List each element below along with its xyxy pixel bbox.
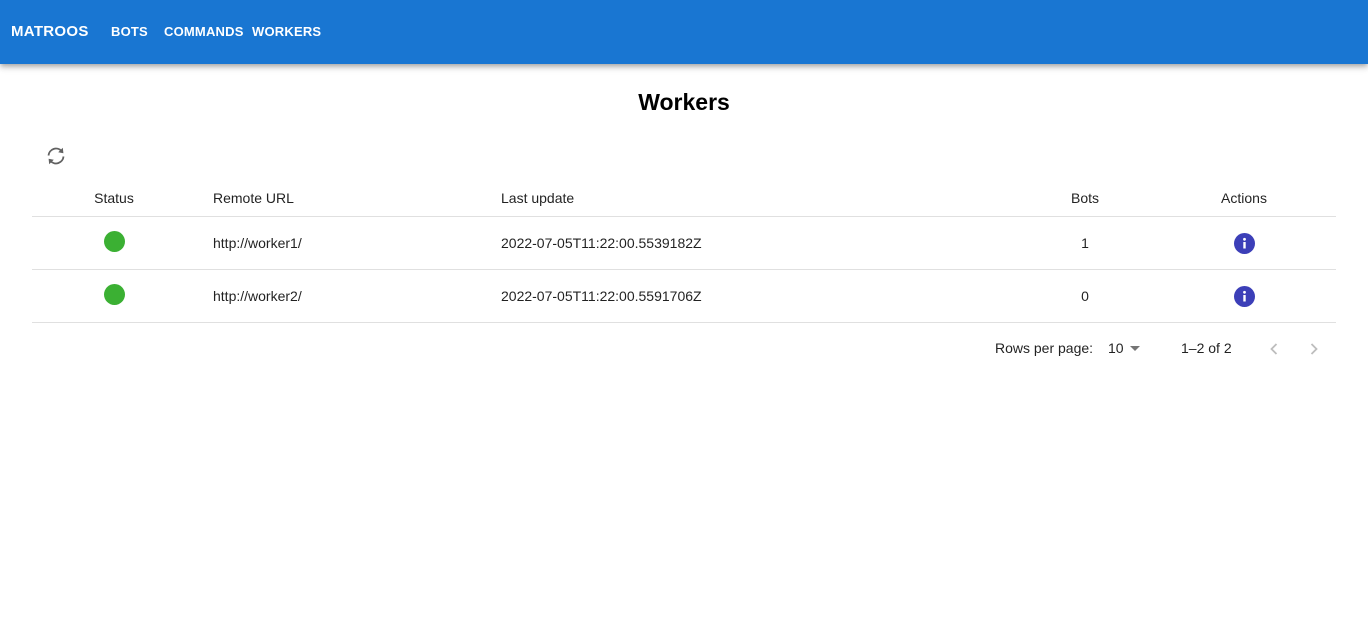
bots-count-cell: 0 <box>1081 288 1089 304</box>
rows-per-page-select[interactable]: 10 <box>1108 340 1124 356</box>
bots-count-cell: 1 <box>1081 235 1089 251</box>
brand-logo[interactable]: MATROOS <box>11 22 89 42</box>
info-icon <box>1242 290 1246 301</box>
header-remote-url[interactable]: Remote URL <box>213 180 483 216</box>
app-bar: MATROOS BOTS COMMANDS WORKERS <box>0 0 1368 64</box>
rows-per-page-label: Rows per page: <box>995 340 1094 356</box>
previous-page-button[interactable] <box>1262 337 1286 361</box>
status-indicator <box>103 230 125 252</box>
pagination: Rows per page: 10 1–2 of 2 <box>0 333 1368 363</box>
table-row: http://worker1/ 2022-07-05T11:22:00.5539… <box>32 217 1336 270</box>
chevron-right-icon <box>1310 343 1318 355</box>
info-button[interactable] <box>1233 285 1255 307</box>
refresh-icon <box>47 147 65 165</box>
refresh-button[interactable] <box>40 142 72 170</box>
table-header-row: Status Remote URL Last update Bots Actio… <box>32 180 1336 217</box>
next-page-button[interactable] <box>1302 337 1326 361</box>
dropdown-arrow-icon[interactable] <box>1130 346 1140 351</box>
header-last-update[interactable]: Last update <box>501 180 901 216</box>
chevron-left-icon <box>1270 343 1278 355</box>
status-indicator <box>103 283 125 305</box>
workers-table: Status Remote URL Last update Bots Actio… <box>32 180 1336 323</box>
header-actions: Actions <box>1221 190 1267 206</box>
info-icon <box>1242 237 1246 248</box>
header-bots[interactable]: Bots <box>1032 180 1138 216</box>
table-row: http://worker2/ 2022-07-05T11:22:00.5591… <box>32 270 1336 323</box>
remote-url-cell: http://worker1/ <box>213 235 302 251</box>
nav-bots[interactable]: BOTS <box>111 24 148 40</box>
header-status[interactable]: Status <box>32 180 196 216</box>
info-button[interactable] <box>1233 232 1255 254</box>
page-title: Workers <box>638 89 730 115</box>
remote-url-cell: http://worker2/ <box>213 288 302 304</box>
last-update-cell: 2022-07-05T11:22:00.5539182Z <box>501 235 702 251</box>
last-update-cell: 2022-07-05T11:22:00.5591706Z <box>501 288 702 304</box>
nav-commands[interactable]: COMMANDS <box>164 24 244 40</box>
nav-workers[interactable]: WORKERS <box>252 24 321 40</box>
pagination-range: 1–2 of 2 <box>1181 340 1232 356</box>
